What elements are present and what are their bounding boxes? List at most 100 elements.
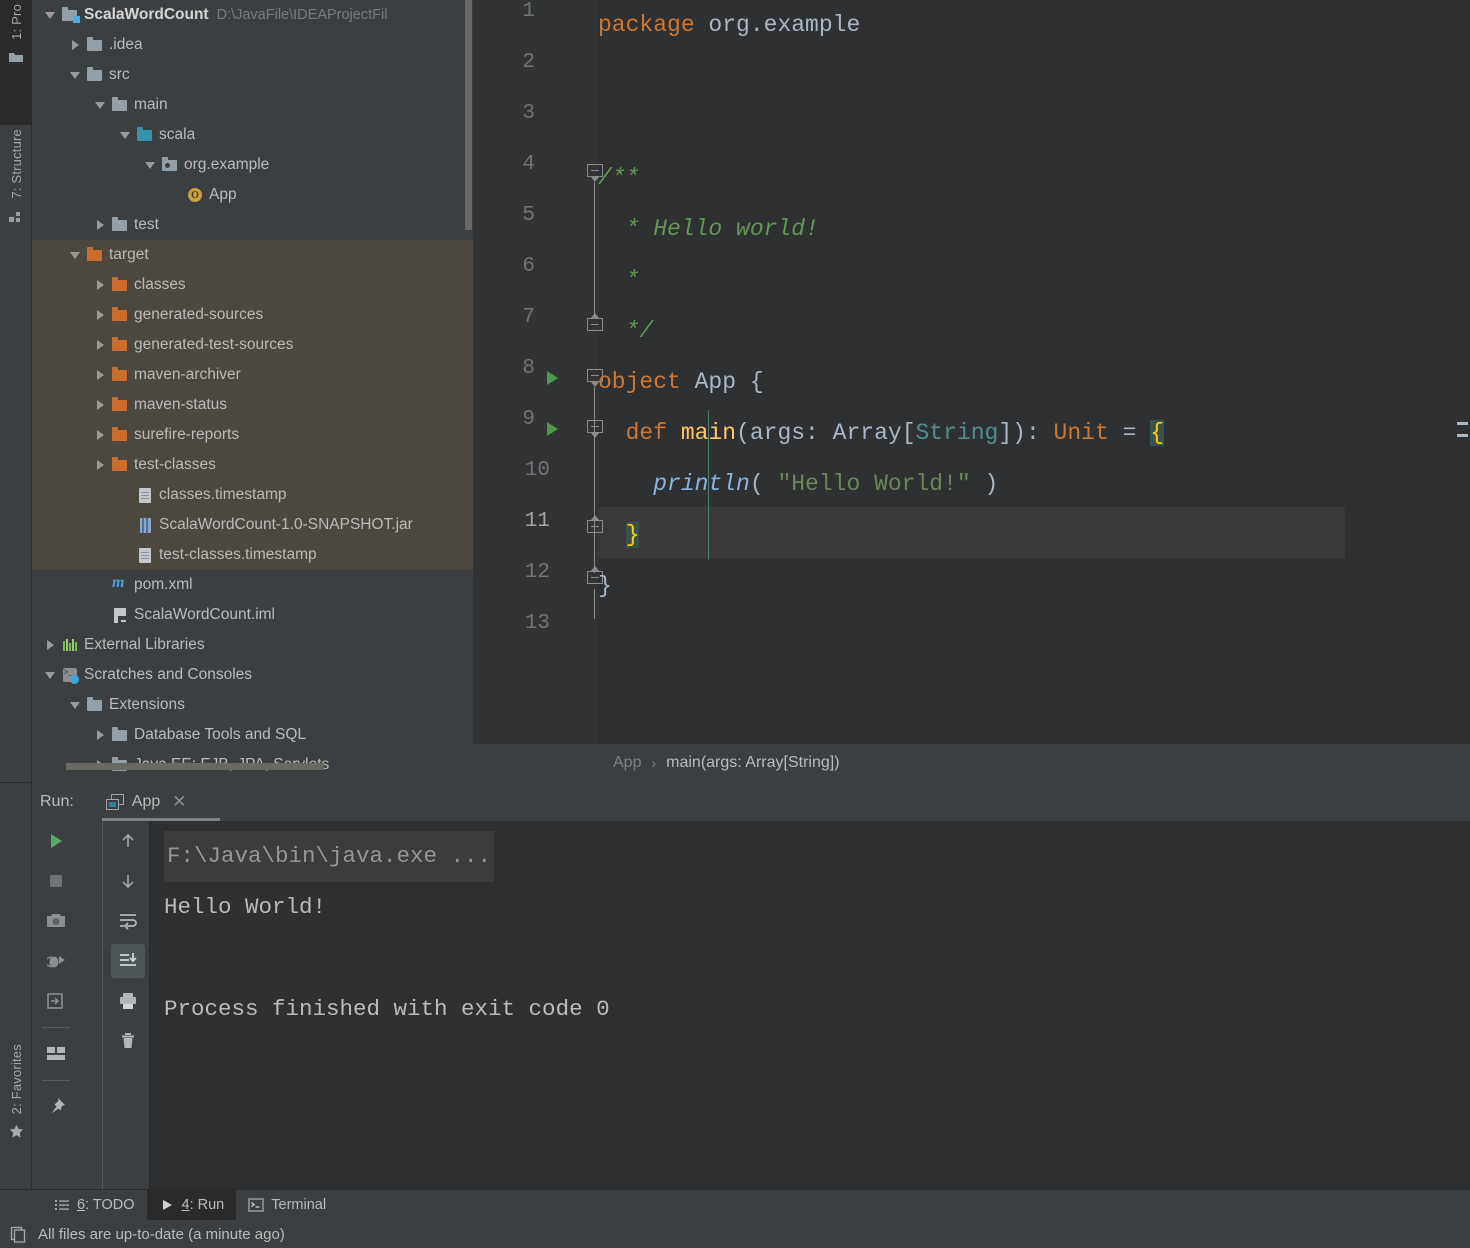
- tree-row-maven-archiver[interactable]: maven-archiver: [32, 360, 473, 390]
- chevron-down-icon[interactable]: [67, 67, 83, 83]
- line-number: 8: [522, 357, 535, 380]
- clear-all-button[interactable]: [108, 1021, 148, 1061]
- sidebar-tab-favorites[interactable]: 2: Favorites: [0, 1040, 32, 1165]
- screenshot-button[interactable]: [36, 901, 76, 941]
- chevron-right-icon[interactable]: [92, 217, 108, 233]
- tree-row-scalawordcount[interactable]: ScalaWordCount D:\JavaFile\IDEAProjectFil: [32, 0, 473, 30]
- chevron-right-icon[interactable]: [42, 637, 58, 653]
- chevron-right-icon[interactable]: [67, 37, 83, 53]
- chevron-down-icon[interactable]: [142, 157, 158, 173]
- breadcrumb-item-method[interactable]: main(args: Array[String]): [666, 754, 839, 772]
- chevron-right-icon[interactable]: [92, 307, 108, 323]
- run-main-gutter-icon[interactable]: [547, 422, 558, 436]
- tree-row-scalawordcount-iml[interactable]: ScalaWordCount.iml: [32, 600, 473, 630]
- tree-row-label: target: [109, 246, 149, 263]
- tree-row-scratches-and-consoles[interactable]: >_ Scratches and Consoles: [32, 660, 473, 690]
- arrow-up-icon: [122, 833, 134, 847]
- tree-row-generated-test-sources[interactable]: generated-test-sources: [32, 330, 473, 360]
- pin-tab-button[interactable]: [36, 1087, 76, 1127]
- code-line-12: }: [598, 561, 612, 612]
- run-console-output[interactable]: F:\Java\bin\java.exe ... Hello World! Pr…: [150, 821, 1470, 1190]
- console-command-line[interactable]: F:\Java\bin\java.exe ...: [164, 831, 495, 882]
- chevron-right-icon[interactable]: [92, 427, 108, 443]
- chevron-down-icon[interactable]: [42, 7, 58, 23]
- chevron-right-icon[interactable]: [92, 337, 108, 353]
- breadcrumb-item-class[interactable]: App: [613, 754, 641, 772]
- token-bracket-close: ]): [998, 420, 1026, 446]
- tree-row-extensions[interactable]: Extensions: [32, 690, 473, 720]
- tree-vertical-scroll-thumb[interactable]: [465, 0, 472, 230]
- chevron-right-icon[interactable]: [92, 277, 108, 293]
- editor-gutter[interactable]: 1 2 3 4 5 6 7 8 9 10 11 12 13: [473, 0, 603, 744]
- chevron-down-icon[interactable]: [67, 247, 83, 263]
- tree-row-classes-timestamp[interactable]: classes.timestamp: [32, 480, 473, 510]
- sidebar-tab-structure[interactable]: 7: Structure: [0, 125, 32, 225]
- restore-layout-button[interactable]: [36, 981, 76, 1021]
- chevron-down-icon[interactable]: [42, 667, 58, 683]
- tree-row-label: org.example: [184, 156, 270, 173]
- token-brace-close: }: [598, 573, 612, 599]
- chevron-down-icon[interactable]: [92, 97, 108, 113]
- tree-row-external-libraries[interactable]: External Libraries: [32, 630, 473, 660]
- run-object-gutter-icon[interactable]: [547, 371, 558, 385]
- tree-row-database-tools-and-sql[interactable]: Database Tools and SQL: [32, 720, 473, 750]
- token-equals: =: [1108, 420, 1151, 446]
- project-tree-list[interactable]: ScalaWordCount D:\JavaFile\IDEAProjectFil…: [32, 0, 473, 782]
- tree-row-src[interactable]: src: [32, 60, 473, 90]
- close-icon[interactable]: ✕: [172, 792, 186, 812]
- tree-row-scalawordcount-1-0-snapshot-jar[interactable]: ScalaWordCount-1.0-SNAPSHOT.jar: [32, 510, 473, 540]
- token-args-open: (args:: [736, 420, 833, 446]
- token-println: println: [653, 471, 750, 497]
- layout-button[interactable]: [36, 1034, 76, 1074]
- debug-button[interactable]: [36, 941, 76, 981]
- code-editor[interactable]: 1 2 3 4 5 6 7 8 9 10 11 12 13 package or…: [473, 0, 1470, 744]
- bottom-tab-todo[interactable]: 6: TODO: [42, 1190, 147, 1220]
- bottom-tab-terminal[interactable]: Terminal: [236, 1190, 338, 1220]
- tree-row-surefire-reports[interactable]: surefire-reports: [32, 420, 473, 450]
- tree-horizontal-scroll-thumb[interactable]: [66, 763, 324, 770]
- tree-row-test-classes[interactable]: test-classes: [32, 450, 473, 480]
- chevron-right-icon[interactable]: [92, 367, 108, 383]
- chevron-right-icon[interactable]: [92, 457, 108, 473]
- tree-row-generated-sources[interactable]: generated-sources: [32, 300, 473, 330]
- tree-row-maven-status[interactable]: maven-status: [32, 390, 473, 420]
- stop-button[interactable]: [36, 861, 76, 901]
- tree-row-idea[interactable]: .idea: [32, 30, 473, 60]
- soft-wrap-button[interactable]: [108, 901, 148, 941]
- tree-row-scala[interactable]: scala: [32, 120, 473, 150]
- tree-row-org-example[interactable]: org.example: [32, 150, 473, 180]
- excluded-folder-icon: [111, 456, 129, 474]
- tree-row-label: maven-archiver: [134, 366, 241, 383]
- tree-row-classes[interactable]: classes: [32, 270, 473, 300]
- editor-marker-gutter[interactable]: [1456, 0, 1470, 744]
- tree-row-target[interactable]: target: [32, 240, 473, 270]
- tree-horizontal-scrollbar[interactable]: [32, 761, 473, 770]
- chevron-right-icon[interactable]: [92, 727, 108, 743]
- tree-row-label: ScalaWordCount: [84, 6, 209, 23]
- fold-region-line-object-tail: [594, 589, 595, 619]
- chevron-right-icon[interactable]: [92, 397, 108, 413]
- print-button[interactable]: [108, 981, 148, 1021]
- scroll-to-end-button[interactable]: [108, 941, 148, 981]
- editor-text-area[interactable]: package org.example /** * Hello world! *…: [598, 0, 1470, 744]
- tree-row-test-classes-timestamp[interactable]: test-classes.timestamp: [32, 540, 473, 570]
- sidebar-tab-project[interactable]: 1: Pro: [0, 0, 32, 125]
- rerun-button[interactable]: [36, 821, 76, 861]
- code-line-10: println( "Hello World!" ): [598, 459, 998, 510]
- project-tree-panel[interactable]: ScalaWordCount D:\JavaFile\IDEAProjectFil…: [32, 0, 473, 782]
- up-stacktrace-button[interactable]: [108, 821, 148, 861]
- tree-row-test[interactable]: test: [32, 210, 473, 240]
- sidebar-tab-favorites-label: 2: Favorites: [8, 1044, 24, 1115]
- down-stacktrace-button[interactable]: [108, 861, 148, 901]
- bottom-tab-terminal-label: Terminal: [271, 1197, 327, 1213]
- tree-row-main[interactable]: main: [32, 90, 473, 120]
- bottom-tab-run[interactable]: 4: Run: [146, 1190, 237, 1220]
- tree-row-app[interactable]: O App: [32, 180, 473, 210]
- run-configuration-tab[interactable]: App ✕: [96, 782, 220, 821]
- tree-row-pom-xml[interactable]: m pom.xml: [32, 570, 473, 600]
- tree-vertical-scrollbar[interactable]: [464, 0, 473, 760]
- chevron-down-icon[interactable]: [117, 127, 133, 143]
- breadcrumb[interactable]: App › main(args: Array[String]): [473, 744, 1470, 782]
- chevron-down-icon[interactable]: [67, 697, 83, 713]
